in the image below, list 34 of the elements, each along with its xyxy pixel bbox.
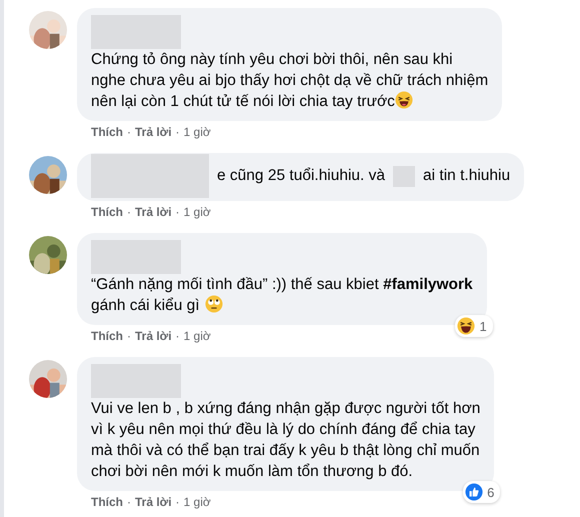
comment-text: “Gánh nặng mối tình đầu” :)) thế sau kbiet #familywork — [91, 275, 473, 295]
separator-dot: · — [127, 495, 131, 509]
action-link[interactable]: Trả lời — [135, 495, 172, 509]
reaction-badge[interactable]: 6 — [463, 481, 500, 503]
action-link[interactable]: Thích — [91, 329, 123, 343]
thumbs-up-icon — [465, 483, 484, 501]
action-link[interactable]: Thích — [91, 125, 123, 139]
timestamp[interactable]: 1 giờ — [184, 125, 211, 139]
timestamp[interactable]: 1 giờ — [184, 495, 211, 509]
comment-text: Vui ve len b , b xứng đáng nhận gặp được người tốt hơn vì k yêu nên mọi thứ đều là lý do chính đáng để chia tay mà thôi và có thể bạn trai đấy k yêu b thật lòng chỉ muốn chơi bời nên mới k muốn làm tổn thương b đó. — [91, 399, 480, 482]
action-link[interactable]: Trả lời — [135, 205, 172, 219]
separator-dot: · — [176, 329, 180, 343]
comment-text: nên lại còn 1 chút tử tế nói lời chia tay trước — [91, 93, 395, 110]
eye-roll-face-icon — [204, 295, 223, 313]
comment-text: ai tin t.hiuhiu — [423, 167, 510, 184]
reaction-count: 1 — [479, 318, 487, 334]
laughing-face-icon — [457, 317, 476, 335]
action-link[interactable]: Thích — [91, 495, 123, 509]
timestamp[interactable]: 1 giờ — [184, 329, 211, 343]
separator-dot: · — [127, 125, 131, 139]
separator-dot: · — [176, 205, 180, 219]
action-link[interactable]: Thích — [91, 205, 123, 219]
reaction-count: 6 — [487, 484, 494, 500]
laughing-face-icon — [394, 91, 413, 109]
comment-text: gánh cái kiểu gì — [91, 297, 200, 314]
action-link[interactable]: Trả lời — [135, 125, 172, 139]
comment-text: e cũng 25 tuổi.hiuhiu. và — [217, 167, 386, 184]
timestamp[interactable]: 1 giờ — [184, 205, 211, 219]
action-link[interactable]: Trả lời — [135, 329, 172, 343]
reaction-badge[interactable]: 1 — [455, 315, 493, 337]
separator-dot: · — [176, 125, 180, 139]
separator-dot: · — [176, 495, 180, 509]
separator-dot: · — [127, 329, 131, 343]
separator-dot: · — [127, 205, 131, 219]
